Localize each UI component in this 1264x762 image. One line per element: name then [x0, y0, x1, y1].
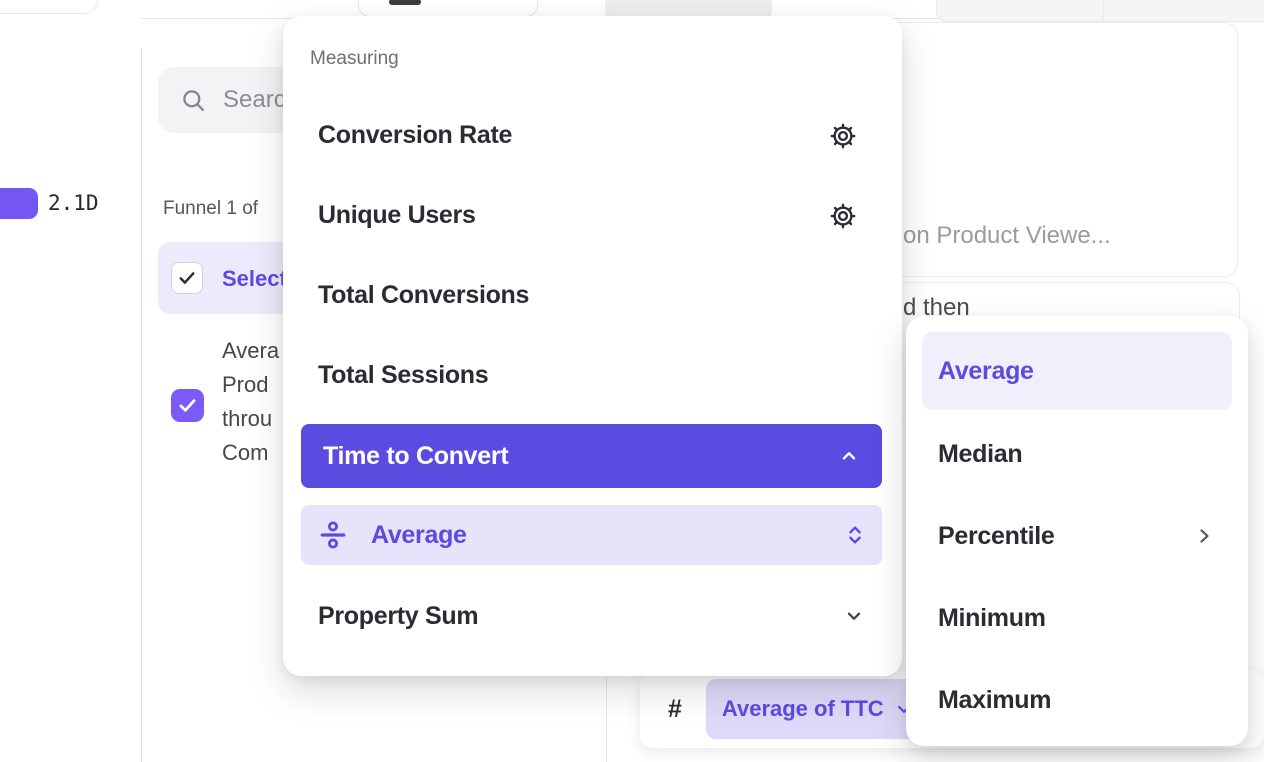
submenu-item-label: Percentile	[938, 522, 1055, 551]
menu-item-label: Time to Convert	[323, 442, 508, 471]
drag-handle	[389, 0, 421, 5]
background-card-top-left	[0, 0, 98, 14]
numeric-type-symbol: #	[668, 695, 682, 724]
submenu-item-maximum[interactable]: Maximum	[938, 686, 1051, 715]
app-canvas: 2.1D Search Funnel 1 of Selected Avera P…	[0, 0, 1264, 762]
submenu-item-median[interactable]: Median	[938, 440, 1022, 469]
gear-icon[interactable]	[828, 201, 858, 231]
description-line: Com	[222, 436, 279, 470]
left-panel-divider	[141, 48, 142, 762]
measuring-header: Measuring	[310, 48, 399, 70]
top-right-tab-1[interactable]	[936, 0, 1104, 22]
submenu-item-minimum[interactable]: Minimum	[938, 604, 1046, 633]
description-line: throu	[222, 402, 279, 436]
background-card-top-middle	[358, 0, 538, 17]
step-description: Avera Prod throu Com	[222, 334, 279, 470]
submenu-item-average[interactable]: Average	[922, 332, 1232, 410]
menu-item-label: Property Sum	[318, 602, 478, 631]
menu-item-total-conversions[interactable]: Total Conversions	[318, 281, 529, 310]
chevron-down-icon	[843, 605, 865, 627]
chevron-right-icon	[1192, 524, 1216, 548]
checkmark-icon	[177, 268, 197, 288]
checkbox-checked[interactable]	[171, 262, 203, 294]
description-line: Avera	[222, 334, 279, 368]
submenu-item-label: Average	[938, 357, 1034, 386]
step-badge	[0, 188, 38, 219]
chevron-up-icon	[838, 445, 860, 467]
menu-item-average-selector[interactable]: Average	[301, 505, 882, 565]
metric-pill-label: Average of TTC	[722, 696, 884, 722]
average-icon	[317, 519, 349, 551]
chevron-up-down-icon	[844, 523, 866, 547]
submenu-item-percentile[interactable]: Percentile	[922, 512, 1232, 560]
measuring-dropdown: Measuring Conversion Rate Unique Users T…	[283, 16, 902, 676]
menu-item-conversion-rate[interactable]: Conversion Rate	[318, 121, 512, 150]
event-card-text: on Product Viewe...	[903, 222, 1111, 250]
menu-item-property-sum[interactable]: Property Sum	[301, 588, 882, 644]
gear-icon[interactable]	[828, 121, 858, 151]
search-icon	[180, 87, 207, 114]
aggregation-dropdown: Average Median Percentile Minimum Maximu…	[906, 316, 1248, 746]
checkbox-purple-checked[interactable]	[171, 389, 204, 422]
menu-item-total-sessions[interactable]: Total Sessions	[318, 361, 488, 390]
step-badge-label: 2.1D	[48, 191, 99, 215]
description-line: Prod	[222, 368, 279, 402]
menu-item-label: Average	[371, 521, 467, 550]
top-right-tab-2[interactable]	[1103, 0, 1264, 22]
metric-pill-button[interactable]: Average of TTC	[706, 679, 932, 739]
checkmark-icon	[177, 395, 198, 416]
menu-item-unique-users[interactable]: Unique Users	[318, 201, 476, 230]
background-toolbar-segment	[605, 0, 772, 17]
funnel-step-label: Funnel 1 of	[163, 198, 258, 220]
menu-item-time-to-convert[interactable]: Time to Convert	[301, 424, 882, 488]
